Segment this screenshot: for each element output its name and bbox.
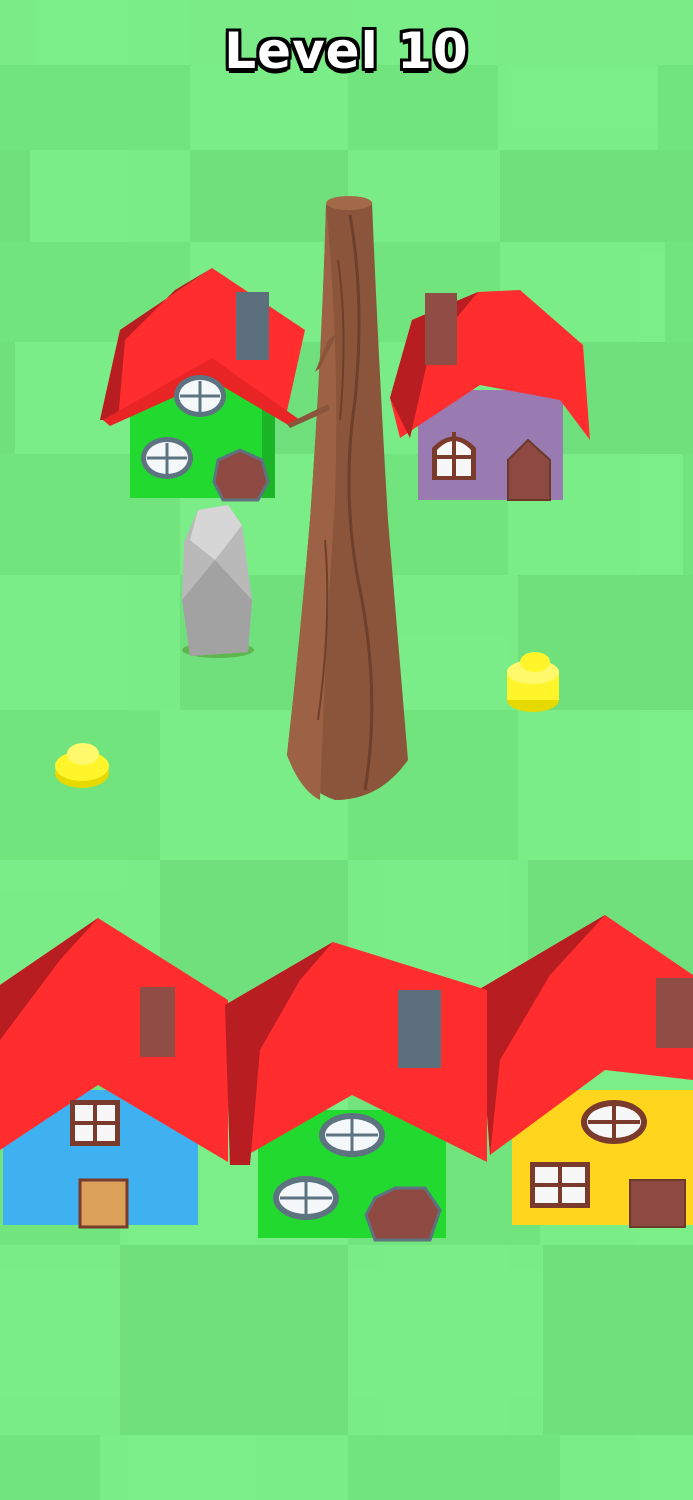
chimney-icon xyxy=(425,293,457,365)
chimney-icon xyxy=(656,978,693,1048)
chimney-icon xyxy=(398,990,441,1068)
door-icon xyxy=(78,1178,129,1229)
round-window-icon xyxy=(141,437,193,479)
round-window-icon xyxy=(581,1100,647,1144)
door-icon xyxy=(364,1186,442,1242)
door-icon xyxy=(212,448,270,502)
square-window-icon xyxy=(530,1162,590,1208)
round-window-icon xyxy=(319,1113,385,1157)
chimney-icon xyxy=(236,292,269,360)
game-scene[interactable] xyxy=(0,0,693,1500)
chimney-icon xyxy=(140,987,175,1057)
round-window-icon xyxy=(273,1176,339,1220)
door-icon xyxy=(629,1179,686,1228)
round-window-icon xyxy=(174,375,226,417)
square-window-icon xyxy=(70,1100,120,1146)
